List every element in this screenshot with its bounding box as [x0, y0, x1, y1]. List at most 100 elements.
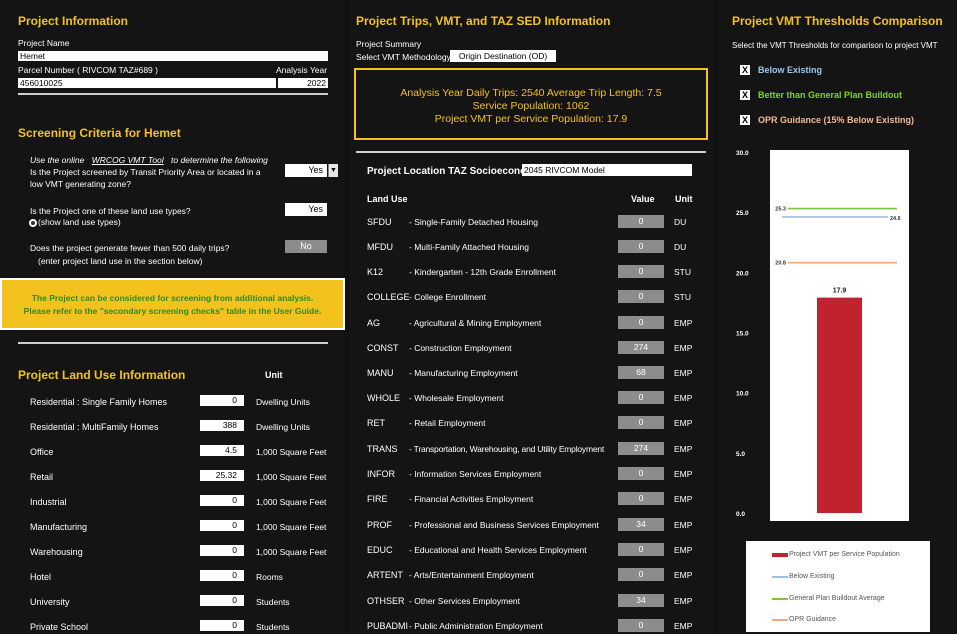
- wrcog-vmt-tool-link[interactable]: WRCOG VMT Tool: [92, 155, 164, 165]
- below-existing-label: Below Existing: [758, 65, 823, 75]
- land-use-unit: Students: [256, 622, 290, 632]
- radio-icon[interactable]: [29, 218, 37, 227]
- taz-desc: - Other Services Employment: [409, 596, 521, 606]
- taz-value: 0: [618, 619, 664, 632]
- land-use-input[interactable]: 0: [200, 395, 244, 406]
- taz-code: AG: [367, 318, 381, 328]
- land-use-input[interactable]: 4.5: [200, 445, 244, 456]
- q1-answer-select[interactable]: Yes: [285, 164, 327, 177]
- taz-code: OTHSER: [367, 596, 405, 606]
- taz-desc: - Public Administration Employment: [409, 621, 543, 631]
- legend-swatch: [772, 598, 788, 600]
- land-use-row: Industrial 0 1,000 Square Feet: [30, 495, 345, 509]
- vmt-methodology-label: Select VMT Methodology: [356, 52, 451, 62]
- taz-row: MFDU - Multi-Family Attached Housing 0 DU: [367, 240, 713, 254]
- taz-desc: - Kindergarten - 12th Grade Enrollment: [409, 267, 556, 277]
- land-use-input[interactable]: 0: [200, 620, 244, 631]
- land-use-input[interactable]: 388: [200, 420, 244, 431]
- checkbox-opr-guidance[interactable]: X: [740, 115, 750, 125]
- land-use-name: Residential : MultiFamily Homes: [30, 422, 159, 432]
- legend-swatch: [772, 553, 788, 557]
- land-use-unit: 1,000 Square Feet: [256, 547, 327, 557]
- q3-answer: No: [285, 240, 327, 253]
- project-information-panel: Project Information Project Name Hemet P…: [0, 0, 345, 634]
- taz-desc: - Professional and Business Services Emp…: [409, 520, 599, 530]
- col-value: Value: [631, 194, 655, 204]
- y-tick-label: 0.0: [736, 511, 745, 518]
- taz-desc: - Wholesale Employment: [409, 393, 504, 403]
- land-use-name: Retail: [30, 472, 54, 482]
- land-use-input[interactable]: 0: [200, 495, 244, 506]
- land-use-input[interactable]: 0: [200, 570, 244, 581]
- taz-value: 0: [618, 568, 664, 581]
- land-use-input[interactable]: 0: [200, 545, 244, 556]
- land-use-input[interactable]: 25.32: [200, 470, 244, 481]
- taz-unit: EMP: [674, 621, 693, 631]
- taz-desc: - Single-Family Detached Housing: [409, 217, 538, 227]
- opr-guidance-label: OPR Guidance (15% Below Existing): [758, 115, 915, 125]
- chevron-down-icon[interactable]: ▼: [328, 164, 338, 177]
- divider: [18, 342, 328, 344]
- taz-desc: - Manufacturing Employment: [409, 368, 518, 378]
- line-data-label: 24.6: [890, 216, 901, 222]
- taz-row: COLLEGE - College Enrollment 0 STU: [367, 290, 713, 304]
- land-use-row: Residential : Single Family Homes 0 Dwelli…: [30, 395, 345, 409]
- land-use-name: Office: [30, 447, 54, 457]
- land-use-name: Hotel: [30, 572, 52, 582]
- line-data-label: 25.3: [775, 207, 786, 213]
- land-use-unit: 1,000 Square Feet: [256, 472, 327, 482]
- taz-code: INFOR: [367, 469, 395, 479]
- tool-suffix: to determine the following: [171, 155, 268, 165]
- taz-code: MANU: [367, 368, 394, 378]
- project-name-label: Project Name: [18, 38, 70, 48]
- project-name-field[interactable]: Hemet: [18, 51, 328, 61]
- banner-line2: Please refer to the "secondary screening…: [23, 306, 322, 316]
- land-use-unit: Students: [256, 597, 290, 607]
- taz-value: 0: [618, 240, 664, 253]
- vmt-methodology-select[interactable]: Origin Destination (OD): [450, 50, 556, 62]
- parcel-number-field[interactable]: 456010025: [18, 78, 276, 88]
- analysis-year-field[interactable]: 2022: [278, 78, 328, 88]
- land-use-row: Retail 25.32 1,000 Square Feet: [30, 470, 345, 484]
- taz-row: TRANS - Transportation, Warehousing, and …: [367, 442, 713, 456]
- taz-unit: EMP: [674, 494, 693, 504]
- show-land-use-types-option[interactable]: (show land use types): [29, 217, 121, 227]
- land-use-title: Project Land Use Information: [18, 368, 186, 382]
- land-use-name: Private School: [30, 622, 89, 632]
- taz-code: PROF: [367, 520, 393, 530]
- checkbox-below-existing[interactable]: X: [740, 65, 750, 75]
- taz-unit: EMP: [674, 343, 693, 353]
- y-tick-label: 5.0: [736, 451, 745, 458]
- taz-value: 0: [618, 492, 664, 505]
- project-summary-box: Analysis Year Daily Trips: 2540 Average …: [354, 68, 708, 140]
- land-use-name: Manufacturing: [30, 522, 88, 532]
- taz-desc: - Arts/Entertainment Employment: [409, 570, 534, 580]
- taz-row: ARTENT - Arts/Entertainment Employment 0 EM…: [367, 568, 713, 582]
- q2-answer: Yes: [285, 203, 327, 216]
- col-land-use: Land Use: [367, 194, 408, 204]
- land-use-name: University: [30, 597, 70, 607]
- taz-value: 0: [618, 416, 664, 429]
- taz-desc: - Retail Employment: [409, 418, 486, 428]
- land-use-unit: 1,000 Square Feet: [256, 447, 327, 457]
- taz-desc: - Agricultural & Mining Employment: [409, 318, 542, 328]
- land-use-input[interactable]: 0: [200, 595, 244, 606]
- vmt-thresholds-subtitle: Select the VMT Thresholds for comparison…: [732, 41, 938, 50]
- taz-unit: STU: [674, 267, 691, 277]
- q1-line1: Is the Project screened by Transit Prior…: [30, 167, 261, 177]
- legend-label: Project VMT per Service Population: [789, 551, 900, 558]
- y-tick-label: 10.0: [736, 391, 749, 398]
- q2-text: Is the Project one of these land use typ…: [30, 206, 191, 216]
- y-tick-label: 25.0: [736, 210, 749, 217]
- tool-instruction: Use the online WRCOG VMT Tool to determi…: [30, 155, 268, 165]
- land-use-input[interactable]: 0: [200, 520, 244, 531]
- bar-data-label: 17.9: [833, 288, 847, 295]
- taz-model-select[interactable]: 2045 RIVCOM Model: [522, 164, 692, 176]
- taz-code: TRANS: [367, 444, 398, 454]
- taz-desc: - Construction Employment: [409, 343, 512, 353]
- taz-unit: EMP: [674, 469, 693, 479]
- vmt-thresholds-title: Project VMT Thresholds Comparison: [732, 14, 943, 28]
- taz-row: OTHSER - Other Services Employment 34 EMP: [367, 594, 713, 608]
- taz-code: K12: [367, 267, 384, 277]
- checkbox-general-plan[interactable]: X: [740, 90, 750, 100]
